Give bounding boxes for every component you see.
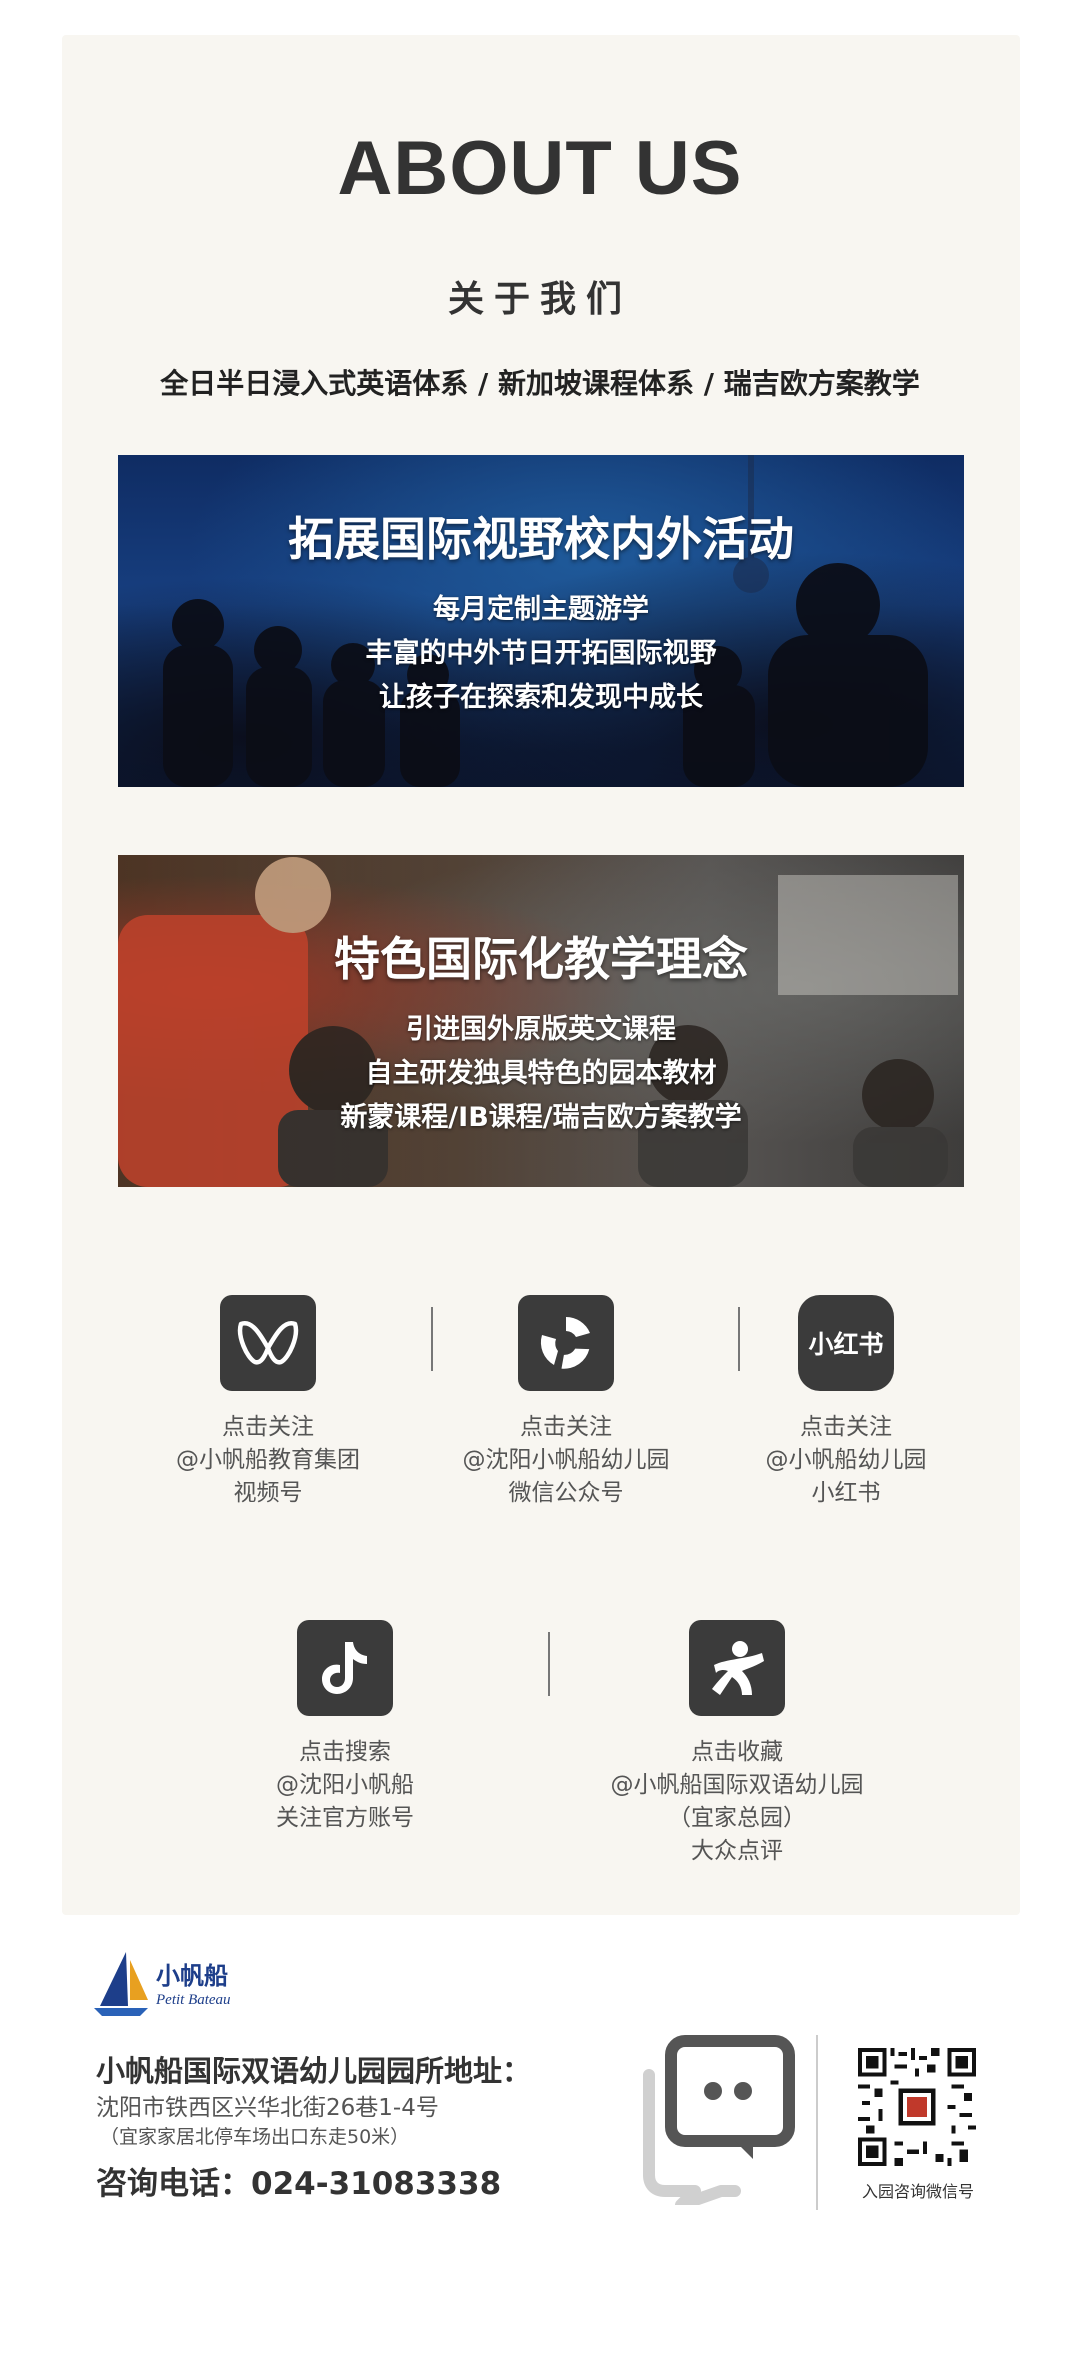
social-wechat-official-account[interactable]: 点击关注 @沈阳小帆船幼儿园 微信公众号	[426, 1295, 706, 1510]
douyin-icon[interactable]	[297, 1620, 393, 1716]
qr-code-image[interactable]	[858, 2048, 976, 2166]
xiaohongshu-icon[interactable]: 小红书	[798, 1295, 894, 1391]
xiaohongshu-icon-text: 小红书	[808, 1330, 884, 1359]
social-line: 点击关注	[222, 1414, 314, 1440]
sailboat-logo-icon	[94, 1952, 148, 2016]
social-line: （宜家总园）	[668, 1805, 806, 1831]
wechat-official-account-icon[interactable]	[518, 1295, 614, 1391]
about-subtitle: 关于我们	[447, 279, 632, 320]
activities-banner-line: 每月定制主题游学	[433, 594, 649, 625]
wechat-channels-icon[interactable]	[220, 1295, 316, 1391]
activities-banner-title: 拓展国际视野校内外活动	[288, 512, 794, 566]
dianping-icon[interactable]	[689, 1620, 785, 1716]
footer-divider	[816, 2035, 818, 2210]
social-line: 微信公众号	[508, 1480, 624, 1506]
social-line: 视频号	[233, 1480, 303, 1506]
social-line: 关注官方账号	[276, 1805, 414, 1831]
social-line: @小帆船国际双语幼儿园	[610, 1772, 864, 1798]
logo-english-name: Petit Bateau	[156, 1992, 231, 2008]
social-xiaohongshu[interactable]: 小红书 点击关注 @小帆船幼儿园 小红书	[706, 1295, 986, 1510]
social-douyin[interactable]: 点击搜索 @沈阳小帆船 关注官方账号	[205, 1620, 485, 1835]
logo-chinese-name: 小帆船	[156, 1962, 228, 1990]
qr-code-label: 入园咨询微信号	[861, 2182, 974, 2201]
phone-number[interactable]: 咨询电话：024-31083338	[96, 2158, 501, 2203]
social-line: @小帆船幼儿园	[765, 1447, 927, 1473]
teaching-banner-line: 引进国外原版英文课程	[406, 1014, 676, 1045]
social-line: @小帆船教育集团	[176, 1447, 360, 1473]
teaching-banner: 特色国际化教学理念 引进国外原版英文课程 自主研发独具特色的园本教材 新蒙课程/…	[118, 855, 964, 1187]
social-line: 点击收藏	[691, 1739, 783, 1765]
activities-banner-line: 让孩子在探索和发现中成长	[379, 682, 703, 713]
social-line: @沈阳小帆船	[276, 1772, 414, 1798]
divider	[548, 1632, 550, 1696]
social-line: 点击搜索	[299, 1739, 391, 1765]
address-text: 沈阳市铁西区兴华北街26巷1-4号	[96, 2095, 439, 2121]
activities-banner-line: 丰富的中外节日开拓国际视野	[365, 638, 717, 669]
teaching-banner-line: 新蒙课程/IB课程/瑞吉欧方案教学	[340, 1102, 742, 1133]
address-note: （宜家家居北停车场出口东走50米）	[100, 2126, 410, 2148]
address-title: 小帆船国际双语幼儿园园所地址：	[96, 2054, 532, 2088]
social-wechat-channels[interactable]: 点击关注 @小帆船教育集团 视频号	[128, 1295, 408, 1510]
teaching-banner-line: 自主研发独具特色的园本教材	[365, 1058, 717, 1089]
social-line: 点击关注	[520, 1414, 612, 1440]
about-tagline: 全日半日浸入式英语体系 / 新加坡课程体系 / 瑞吉欧方案教学	[160, 367, 920, 400]
social-dianping[interactable]: 点击收藏 @小帆船国际双语幼儿园 （宜家总园） 大众点评	[597, 1620, 877, 1868]
activities-banner: 拓展国际视野校内外活动 每月定制主题游学 丰富的中外节日开拓国际视野 让孩子在探…	[118, 455, 964, 787]
social-line: 点击关注	[800, 1414, 892, 1440]
social-line: @沈阳小帆船幼儿园	[462, 1447, 670, 1473]
social-line: 大众点评	[691, 1838, 783, 1864]
about-title: ABOUT US	[337, 126, 743, 211]
teaching-banner-title: 特色国际化教学理念	[334, 932, 748, 986]
petit-bateau-logo: 小帆船 Petit Bateau	[92, 1950, 262, 2025]
chat-bubble-icon	[635, 2035, 795, 2211]
social-line: 小红书	[811, 1480, 881, 1506]
